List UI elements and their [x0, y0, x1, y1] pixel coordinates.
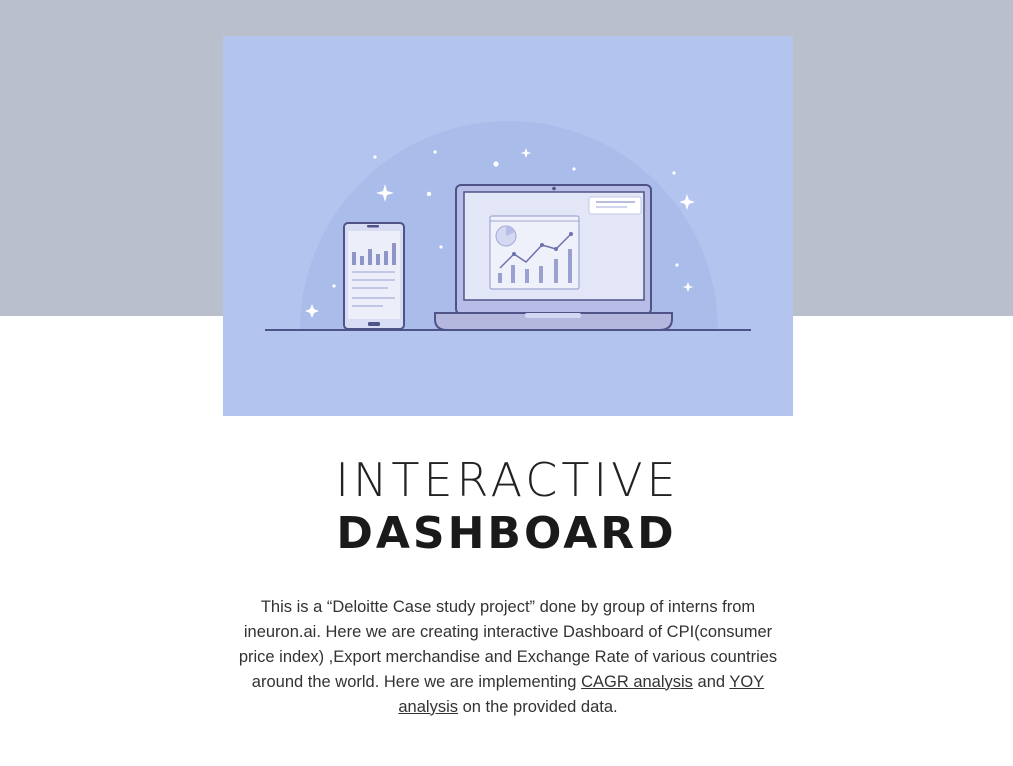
title-line-dashboard: DASHBOARD: [336, 508, 677, 559]
cagr-analysis-link[interactable]: CAGR analysis: [581, 673, 693, 691]
title-line-interactive: INTERACTIVE: [335, 453, 680, 507]
page: INTERACTIVE DASHBOARD This is a “Deloitt…: [0, 0, 1013, 766]
hero-illustration: [223, 36, 793, 416]
description-text-and: and: [692, 672, 730, 691]
project-description: This is a “Deloitte Case study project” …: [233, 595, 783, 720]
page-title: INTERACTIVE DASHBOARD: [0, 452, 1013, 560]
dashboard-devices-illustration: [265, 121, 751, 331]
phone-icon: [343, 222, 405, 330]
laptop-icon: [434, 184, 673, 331]
description-text-end: on the provided data.: [458, 697, 618, 716]
